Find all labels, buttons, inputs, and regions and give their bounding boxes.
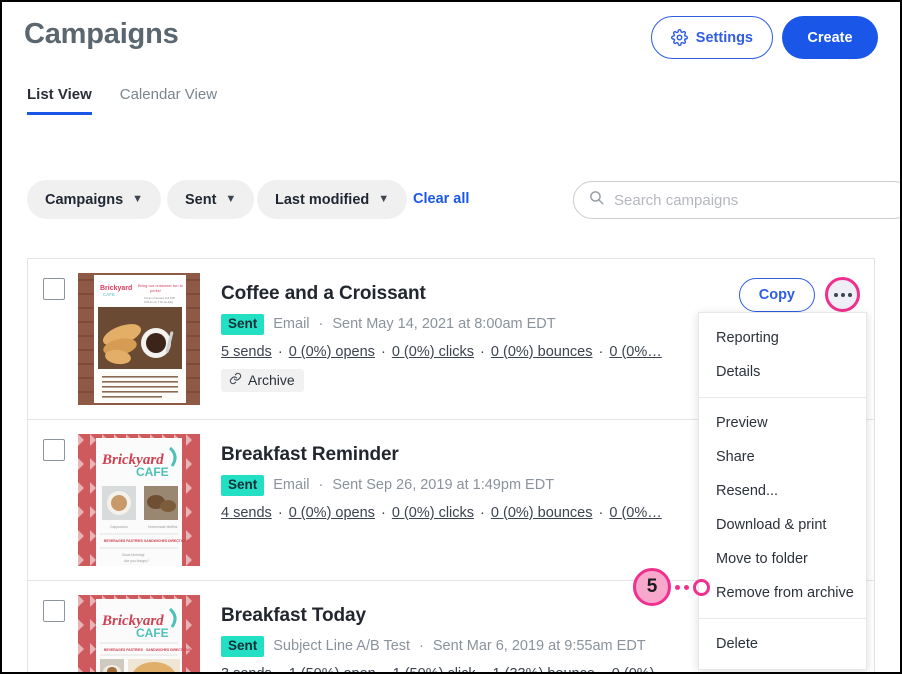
status-badge: Sent (221, 636, 265, 657)
campaign-type: Subject Line A/B Test (273, 638, 411, 655)
context-menu: Reporting Details Preview Share Resend..… (698, 312, 867, 670)
filter-chip-sent[interactable]: Sent ▼ (167, 180, 255, 219)
meta-separator: · (419, 638, 424, 655)
annotation-connector (675, 584, 689, 590)
campaign-thumbnail: Brickyard CAFE BEVERAGES PASTRIES SANDWI… (78, 595, 200, 672)
tab-list-view[interactable]: List View (27, 86, 92, 115)
stat-sends[interactable]: 5 sends (221, 344, 272, 360)
chevron-down-icon: ▼ (132, 193, 144, 205)
annotation-target-ring (693, 578, 710, 596)
stat-sends[interactable]: 4 sends (221, 505, 272, 521)
stat-bounces[interactable]: 1 (33%) bounce (493, 666, 595, 672)
campaign-thumbnail: Brickyard CAFE Bring our customer fun to… (78, 273, 200, 405)
stat-opens[interactable]: 0 (0%) opens (289, 505, 375, 521)
page-header: Campaigns Settings Create (2, 2, 900, 74)
menu-divider (699, 618, 866, 619)
svg-text:Are you hungry?: Are you hungry? (124, 559, 149, 563)
stat-clicks[interactable]: 1 (50%) click (393, 666, 476, 672)
annotation-marker-5: 5 (633, 568, 710, 606)
menu-item-details[interactable]: Details (699, 355, 866, 389)
settings-button[interactable]: Settings (650, 16, 773, 59)
archive-tag[interactable]: Archive (221, 368, 304, 392)
menu-item-share[interactable]: Share (699, 440, 866, 474)
filter-chip-last-modified-label: Last modified (275, 191, 370, 208)
search-input[interactable] (614, 191, 898, 209)
svg-text:CAFE: CAFE (136, 465, 169, 479)
svg-text:CAFE: CAFE (103, 292, 115, 297)
link-icon (229, 372, 242, 388)
stat-opens[interactable]: 0 (0%) opens (289, 344, 375, 360)
chevron-down-icon: ▼ (378, 193, 390, 205)
svg-text:CAFE: CAFE (136, 626, 169, 640)
meta-separator: · (318, 477, 324, 494)
create-button-label: Create (807, 29, 853, 46)
gear-icon (670, 29, 688, 46)
menu-item-delete[interactable]: Delete (699, 627, 866, 661)
svg-text:Brickyard: Brickyard (100, 285, 132, 292)
row-checkbox[interactable] (43, 600, 65, 622)
stat-clicks[interactable]: 0 (0%) clicks (392, 505, 474, 521)
svg-text:SANDWICHES DIRECTIONS: SANDWICHES DIRECTIONS (144, 539, 190, 543)
row-checkbox[interactable] (43, 439, 65, 461)
campaign-type: Email (273, 477, 310, 494)
tab-calendar-view[interactable]: Calendar View (120, 86, 217, 115)
stat-more[interactable]: 0 (0%)… (612, 666, 669, 672)
campaign-sent-date: Sent Mar 6, 2019 at 9:55am EDT (432, 638, 646, 655)
svg-text:Homemade Muffins: Homemade Muffins (148, 525, 178, 529)
stat-opens[interactable]: 1 (50%) open (289, 666, 376, 672)
menu-item-download-print[interactable]: Download & print (699, 508, 866, 542)
search-box[interactable] (573, 181, 900, 219)
clear-all-link[interactable]: Clear all (413, 191, 469, 207)
menu-item-move-to-folder[interactable]: Move to folder (699, 542, 866, 576)
page-title: Campaigns (24, 18, 179, 50)
menu-item-remove-from-archive[interactable]: Remove from archive (699, 576, 866, 610)
campaign-thumbnail: Brickyard CAFE Cappuccino Homemade Muffi… (78, 434, 200, 566)
menu-item-reporting[interactable]: Reporting (699, 321, 866, 355)
svg-text:SANDWICHES DIRECTIONS: SANDWICHES DIRECTIONS (146, 648, 192, 652)
meta-separator: · (318, 316, 324, 333)
filter-chip-campaigns[interactable]: Campaigns ▼ (27, 180, 162, 219)
svg-text:Come in between 2nd 8:00: Come in between 2nd 8:00 (144, 296, 176, 300)
filter-chip-campaigns-label: Campaigns (45, 191, 124, 208)
stat-more[interactable]: 0 (0%… (609, 344, 661, 360)
filter-chip-last-modified[interactable]: Last modified ▼ (257, 180, 408, 219)
svg-text:BEVERAGES PASTRIES: BEVERAGES PASTRIES (104, 539, 144, 543)
stat-bounces[interactable]: 0 (0%) bounces (491, 505, 593, 521)
campaign-type: Email (273, 316, 310, 333)
svg-text:Cappuccino: Cappuccino (110, 525, 128, 529)
copy-button[interactable]: Copy (738, 277, 815, 312)
annotation-number: 5 (633, 568, 671, 606)
campaigns-screen: Campaigns Settings Create List View Cale… (0, 0, 902, 674)
view-tabs: List View Calendar View (27, 86, 217, 115)
stat-clicks[interactable]: 0 (0%) clicks (392, 344, 474, 360)
more-options-icon[interactable] (825, 277, 860, 312)
status-badge: Sent (221, 314, 265, 335)
copy-button-label: Copy (758, 286, 795, 303)
create-button[interactable]: Create (782, 16, 878, 59)
stat-bounces[interactable]: 0 (0%) bounces (491, 344, 593, 360)
menu-item-preview[interactable]: Preview (699, 406, 866, 440)
filter-bar: Campaigns ▼ Sent ▼ Last modified ▼ Clear… (2, 180, 900, 220)
svg-text:perks!: perks! (150, 288, 161, 293)
svg-text:9:00 am on 7:00 am daily: 9:00 am on 7:00 am daily (144, 300, 174, 304)
filter-chip-sent-label: Sent (185, 191, 217, 208)
campaign-sent-date: Sent May 14, 2021 at 8:00am EDT (332, 316, 556, 333)
svg-text:Good Morning!: Good Morning! (122, 553, 144, 557)
stat-sends[interactable]: 3 sends (221, 666, 272, 672)
chevron-down-icon: ▼ (225, 193, 237, 205)
settings-button-label: Settings (695, 29, 753, 46)
menu-divider (699, 397, 866, 398)
status-badge: Sent (221, 475, 265, 496)
row-actions: Copy (738, 277, 860, 312)
stat-more[interactable]: 0 (0%… (609, 505, 661, 521)
campaign-sent-date: Sent Sep 26, 2019 at 1:49pm EDT (332, 477, 555, 494)
svg-text:BEVERAGES PASTRIES: BEVERAGES PASTRIES (104, 648, 144, 652)
archive-tag-label: Archive (248, 371, 295, 388)
search-icon (588, 189, 605, 211)
menu-item-resend[interactable]: Resend... (699, 474, 866, 508)
row-checkbox[interactable] (43, 278, 65, 300)
